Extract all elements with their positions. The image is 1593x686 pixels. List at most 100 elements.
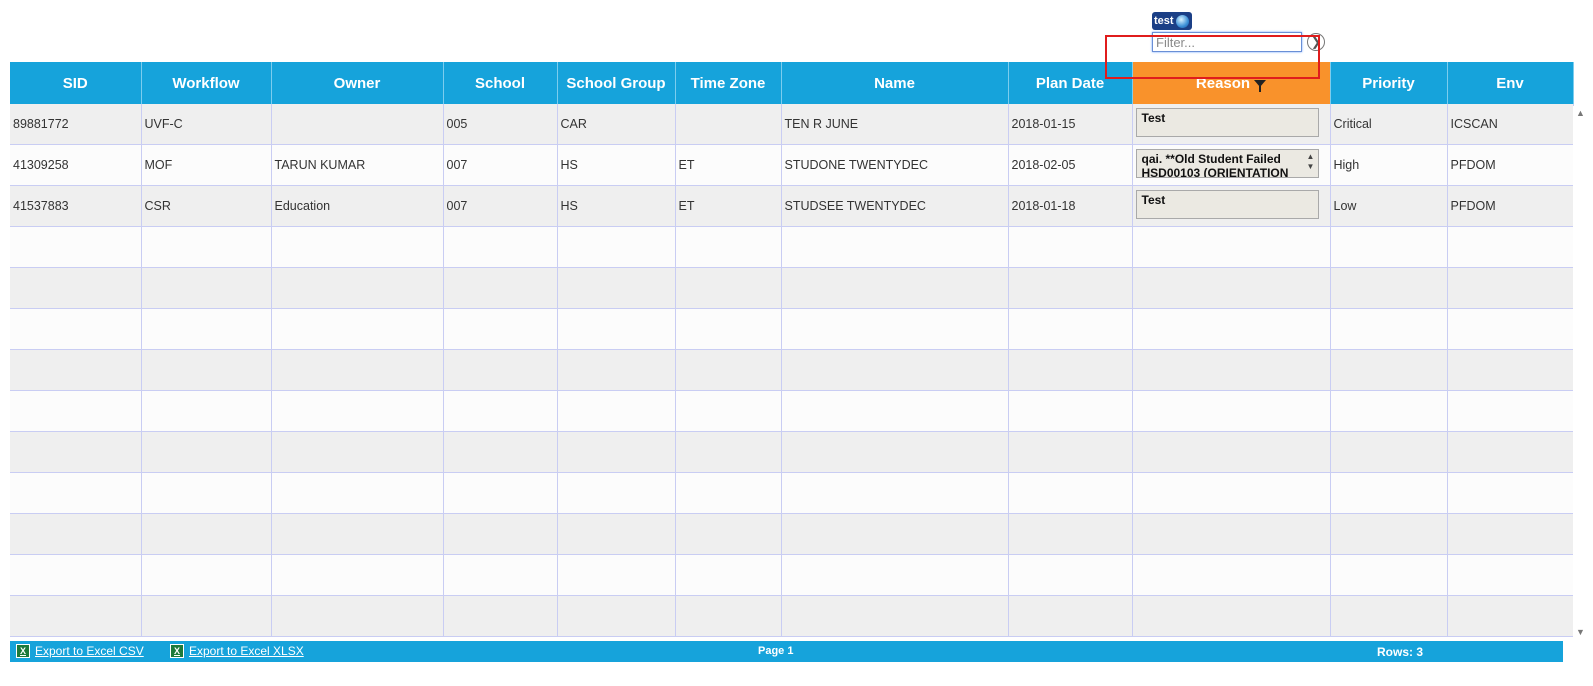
globe-icon (1175, 14, 1189, 28)
empty-cell (1330, 472, 1448, 514)
vertical-scrollbar[interactable]: ▲ ▼ (1573, 106, 1589, 639)
column-header[interactable]: Workflow (141, 62, 272, 104)
empty-cell (557, 431, 676, 473)
column-header[interactable]: Priority (1330, 62, 1448, 104)
empty-cell (1447, 513, 1574, 555)
empty-cell (675, 554, 782, 596)
cell-owner: Education (271, 185, 444, 227)
column-header[interactable]: Time Zone (675, 62, 782, 104)
empty-cell (1008, 554, 1133, 596)
column-header[interactable]: Env (1447, 62, 1574, 104)
empty-cell (443, 390, 558, 432)
empty-cell (141, 513, 272, 555)
cell-priority: High (1330, 144, 1448, 186)
page-indicator: Page 1 (758, 645, 794, 657)
column-header[interactable]: Owner (271, 62, 444, 104)
empty-cell (271, 349, 444, 391)
table-row[interactable]: 41537883 CSR Education 007 HS ET STUDSEE TWENT… (10, 185, 1574, 227)
empty-cell (557, 267, 676, 309)
empty-cell (557, 595, 676, 637)
export-csv-link[interactable]: X Export to Excel CSV (16, 644, 144, 658)
empty-cell (10, 226, 142, 268)
empty-cell (1008, 431, 1133, 473)
cell-env: ICSCAN (1447, 104, 1574, 145)
empty-cell (675, 308, 782, 350)
empty-cell (1132, 431, 1331, 473)
empty-cell (1447, 472, 1574, 514)
reason-textarea[interactable]: qai. **Old Student Failed HSD00103 (ORIE… (1135, 149, 1319, 178)
cell-school-group: HS (557, 185, 676, 227)
empty-cell (1008, 349, 1133, 391)
reason-textarea[interactable]: Test (1135, 190, 1319, 219)
empty-cell (271, 431, 444, 473)
highlight-box (1105, 35, 1320, 79)
reason-cell: qai. **Old Student Failed HSD00103 (ORIE… (1132, 144, 1331, 186)
empty-cell (1132, 390, 1331, 432)
cell-name: STUDSEE TWENTYDEC (781, 185, 1009, 227)
export-xlsx-link[interactable]: X Export to Excel XLSX (170, 644, 304, 658)
empty-row (10, 226, 1574, 268)
table-row[interactable]: 41309258 MOF TARUN KUMAR 007 HS ET STUDONE TWE… (10, 144, 1574, 186)
header-row: SID Workflow Owner School School Group Time Z… (10, 62, 1574, 104)
empty-cell (1447, 595, 1574, 637)
empty-cell (557, 226, 676, 268)
column-header-label: Env (1496, 74, 1524, 92)
empty-row (10, 595, 1574, 637)
empty-cell (557, 349, 676, 391)
empty-cell (443, 226, 558, 268)
grid-footer: X Export to Excel CSV X Export to Excel … (10, 641, 1563, 662)
reason-text: Test (1141, 193, 1166, 207)
cell-workflow: MOF (141, 144, 272, 186)
empty-cell (1132, 308, 1331, 350)
empty-cell (271, 226, 444, 268)
cell-plan-date: 2018-02-05 (1008, 144, 1133, 186)
textarea-scrollbar[interactable]: ▲ ▼ (1306, 152, 1316, 176)
scroll-up-icon[interactable]: ▲ (1576, 108, 1585, 118)
empty-cell (10, 554, 142, 596)
column-header[interactable]: SID (10, 62, 142, 104)
empty-cell (1008, 472, 1133, 514)
empty-cell (557, 472, 676, 514)
empty-cell (675, 472, 782, 514)
empty-cell (10, 308, 142, 350)
empty-cell (1447, 554, 1574, 596)
export-csv-label: Export to Excel CSV (35, 644, 144, 658)
reason-cell: Test (1132, 185, 1331, 227)
cell-school-group: HS (557, 144, 676, 186)
reason-textarea[interactable]: Test (1135, 108, 1319, 137)
empty-cell (10, 595, 142, 637)
column-header-label: Owner (333, 74, 381, 92)
column-header[interactable]: School Group (557, 62, 676, 104)
table-row[interactable]: 89881772 UVF-C 005 CAR TEN R JUNE 2018-01-15 T… (10, 104, 1574, 145)
empty-cell (1330, 226, 1448, 268)
grid-table: SID Workflow Owner School School Group Time Z… (10, 62, 1574, 637)
empty-cell (1132, 349, 1331, 391)
empty-cell (141, 431, 272, 473)
scroll-down-icon[interactable]: ▼ (1576, 627, 1585, 637)
empty-cell (557, 308, 676, 350)
cell-school: 007 (443, 144, 558, 186)
empty-cell (675, 390, 782, 432)
empty-cell (141, 349, 272, 391)
cell-school-group: CAR (557, 104, 676, 145)
empty-cell (10, 267, 142, 309)
empty-cell (443, 513, 558, 555)
empty-cell (443, 595, 558, 637)
empty-cell (1008, 513, 1133, 555)
empty-cell (1330, 308, 1448, 350)
empty-cell (443, 308, 558, 350)
excel-icon: X (170, 644, 184, 658)
empty-cell (1447, 267, 1574, 309)
empty-cell (271, 390, 444, 432)
cell-name: TEN R JUNE (781, 104, 1009, 145)
filter-funnel-icon[interactable] (1254, 80, 1267, 93)
empty-cell (1008, 226, 1133, 268)
empty-cell (557, 513, 676, 555)
empty-cell (1132, 595, 1331, 637)
column-header[interactable]: School (443, 62, 558, 104)
empty-cell (1132, 267, 1331, 309)
cell-priority: Critical (1330, 104, 1448, 145)
column-header[interactable]: Name (781, 62, 1009, 104)
empty-cell (10, 349, 142, 391)
filter-tag[interactable]: test (1152, 12, 1192, 30)
